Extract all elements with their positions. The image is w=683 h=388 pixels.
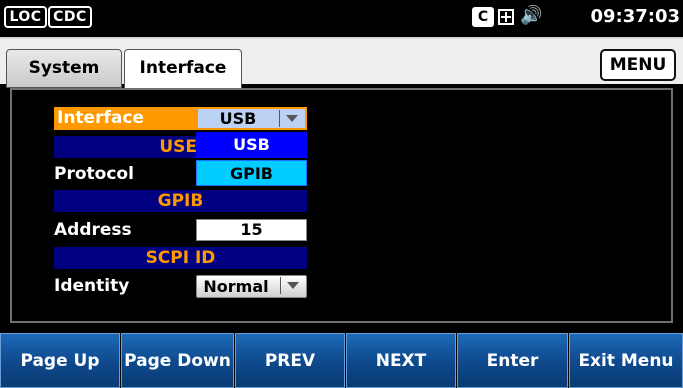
page-down-button[interactable]: Page Down [121,333,234,388]
menu-button[interactable]: MENU [600,49,676,81]
cdc-badge: CDC [48,6,92,28]
dropdown-arrow-icon[interactable] [279,110,303,127]
tab-interface[interactable]: Interface [124,49,242,89]
dropdown-option-usb[interactable]: USB [196,132,307,158]
identity-select[interactable]: Normal [196,275,307,298]
panel-lock-icon [498,9,514,25]
exit-menu-button[interactable]: Exit Menu [569,333,683,388]
next-button[interactable]: NEXT [346,333,456,388]
prev-button[interactable]: PREV [235,333,345,388]
dropdown-arrow-icon[interactable] [280,277,304,294]
dropdown-option-gpib[interactable]: GPIB [196,160,307,186]
page-up-button[interactable]: Page Up [0,333,120,388]
clock: 09:37:03 [590,6,680,27]
address-field[interactable]: 15 [196,219,307,241]
identity-value: Normal [203,277,269,296]
remote-ce-icon: C [472,7,494,27]
interface-dropdown-list: USB GPIB [196,132,307,188]
protocol-label: Protocol [54,164,134,184]
loc-badge: LOC [4,6,47,28]
interface-select[interactable]: USB [196,107,307,130]
interface-label: Interface [54,107,196,130]
status-bar: LOC CDC C 🔊 09:37:03 [0,0,683,33]
usb-section-label: USE [159,137,197,157]
gpib-section-header: GPIB [54,190,307,212]
scpi-id-section-header: SCPI ID [54,247,307,269]
interface-value: USB [219,109,257,128]
tab-system[interactable]: System [6,49,122,88]
identity-label: Identity [54,276,130,296]
speaker-icon: 🔊 [520,5,543,26]
enter-button[interactable]: Enter [457,333,568,388]
address-label: Address [54,220,132,240]
